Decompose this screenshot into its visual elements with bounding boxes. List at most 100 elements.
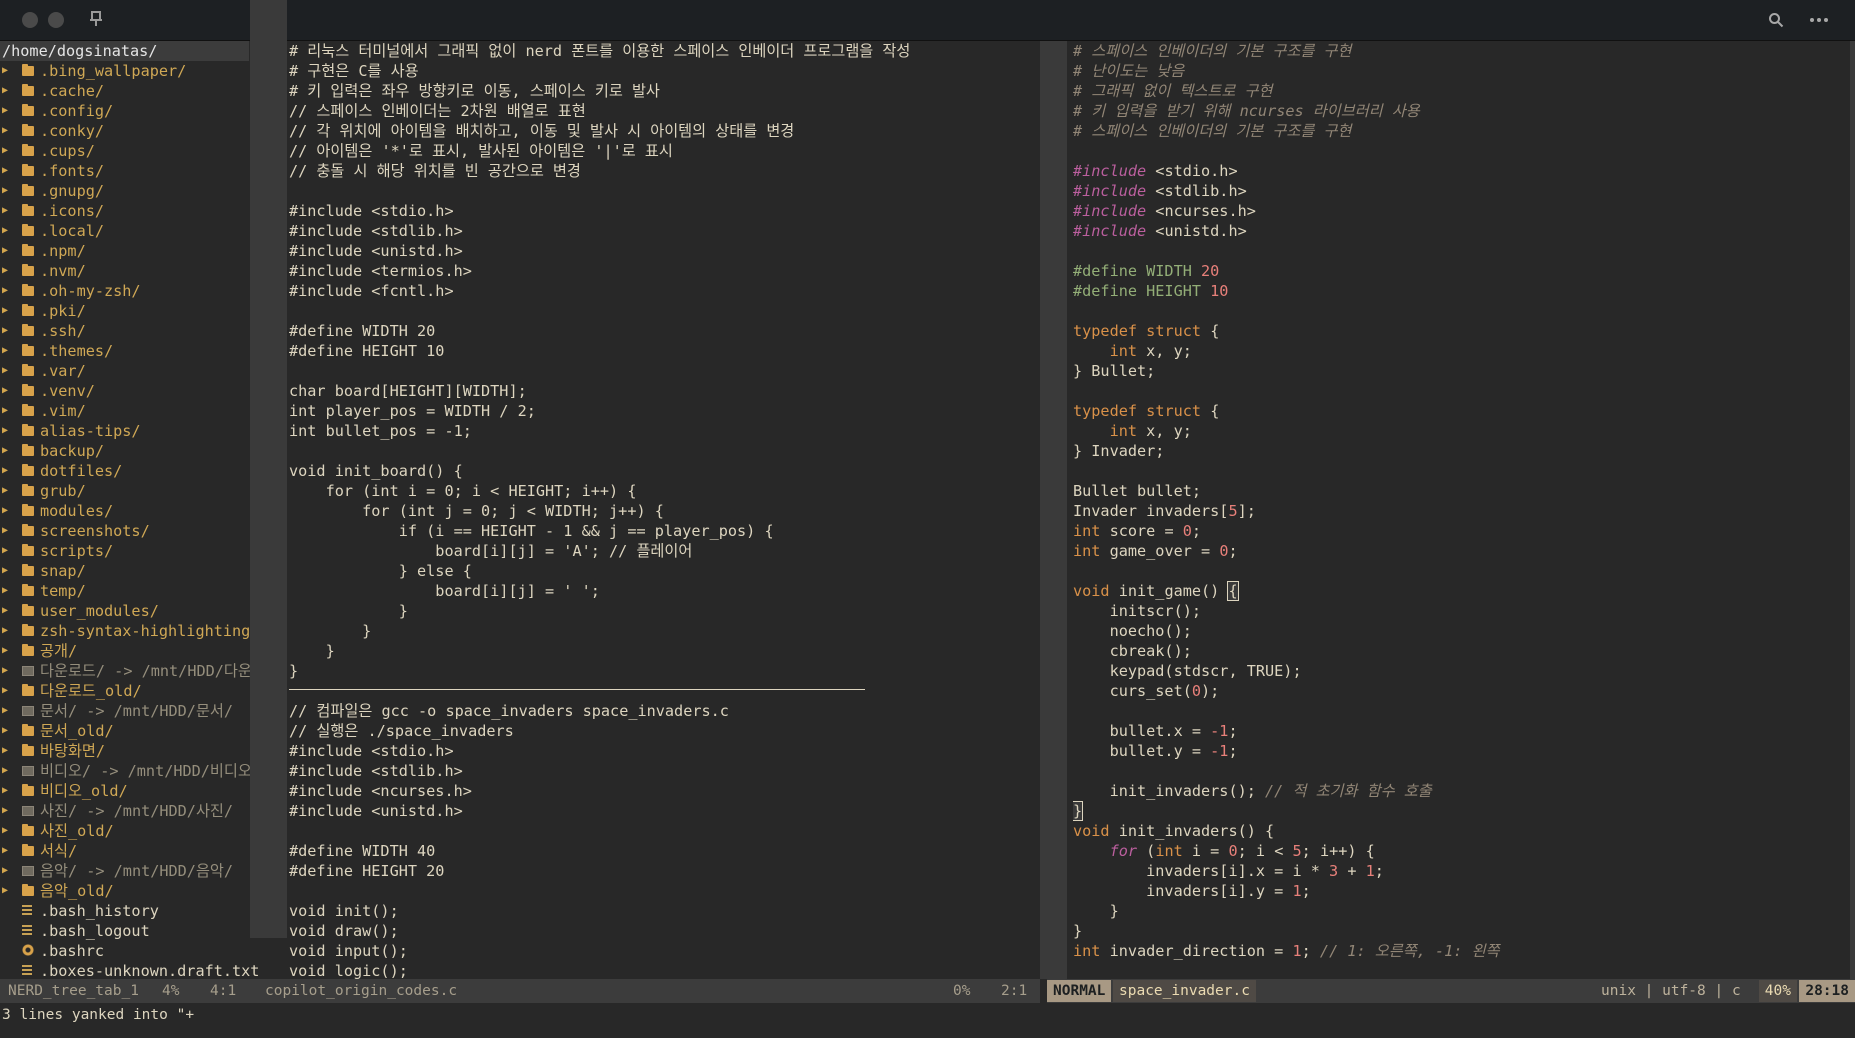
code-line[interactable]: int bullet_pos = -1;: [289, 421, 1039, 441]
tree-item[interactable]: ▶ 비디오_old/: [0, 781, 249, 801]
code-line[interactable]: #include <stdio.h>: [289, 741, 1039, 761]
code-line[interactable]: #include <stdlib.h>: [289, 221, 1039, 241]
tree-item[interactable]: ▶ zsh-syntax-highlighting/: [0, 621, 259, 641]
code-line[interactable]: void input();: [289, 941, 1039, 961]
code-line[interactable]: # 난이도는 낮음: [1073, 61, 1848, 81]
minimize-window-button[interactable]: [48, 12, 64, 28]
tree-item[interactable]: ▶ backup/: [0, 441, 249, 461]
code-line[interactable]: board[i][j] = 'A'; // 플레이어: [289, 541, 1039, 561]
expand-arrow-icon[interactable]: ▶: [2, 481, 12, 501]
code-line[interactable]: [1073, 141, 1848, 161]
expand-arrow-icon[interactable]: ▶: [2, 741, 12, 761]
code-line[interactable]: }: [1073, 921, 1848, 941]
tree-item[interactable]: ▶ 음악_old/: [0, 881, 249, 901]
code-line[interactable]: }: [289, 661, 1039, 681]
tree-item[interactable]: ▶ snap/: [0, 561, 249, 581]
code-line[interactable]: int score = 0;: [1073, 521, 1848, 541]
tree-item[interactable]: ▶ dotfiles/: [0, 461, 249, 481]
code-line[interactable]: #include <termios.h>: [289, 261, 1039, 281]
tree-item[interactable]: ▶ .var/: [0, 361, 249, 381]
tree-item[interactable]: .boxes-unknown.draft.txt: [0, 961, 259, 979]
code-line[interactable]: // 실행은 ./space_invaders: [289, 721, 1039, 741]
expand-arrow-icon[interactable]: ▶: [2, 861, 12, 881]
expand-arrow-icon[interactable]: ▶: [2, 721, 12, 741]
code-line[interactable]: cbreak();: [1073, 641, 1848, 661]
code-line[interactable]: }: [289, 601, 1039, 621]
expand-arrow-icon[interactable]: ▶: [2, 681, 12, 701]
tree-item[interactable]: ▶ .icons/: [0, 201, 249, 221]
tree-root-path[interactable]: /home/dogsinatas/: [0, 41, 249, 61]
code-line[interactable]: # 키 입력은 좌우 방향키로 이동, 스페이스 키로 발사: [289, 81, 1039, 101]
expand-arrow-icon[interactable]: ▶: [2, 341, 12, 361]
code-line[interactable]: if (i == HEIGHT - 1 && j == player_pos) …: [289, 521, 1039, 541]
expand-arrow-icon[interactable]: ▶: [2, 361, 12, 381]
tree-item[interactable]: ▶ 바탕화면/: [0, 741, 249, 761]
code-line[interactable]: [289, 821, 1039, 841]
code-line[interactable]: typedef struct {: [1073, 321, 1848, 341]
expand-arrow-icon[interactable]: ▶: [2, 661, 12, 681]
expand-arrow-icon[interactable]: ▶: [2, 201, 12, 221]
tree-item[interactable]: .bash_logout: [0, 921, 249, 941]
expand-arrow-icon[interactable]: ▶: [2, 101, 12, 121]
editor-pane-left[interactable]: # 리눅스 터미널에서 그래픽 없이 nerd 폰트를 이용한 스페이스 인베이…: [287, 41, 1040, 979]
code-line[interactable]: [1073, 701, 1848, 721]
expand-arrow-icon[interactable]: ▶: [2, 321, 12, 341]
tree-item[interactable]: ▶ 문서_old/: [0, 721, 249, 741]
scrollbar[interactable]: [1850, 41, 1855, 979]
code-line[interactable]: #include <stdlib.h>: [289, 761, 1039, 781]
tree-item[interactable]: ▶ grub/: [0, 481, 249, 501]
tree-item[interactable]: .bashrc: [0, 941, 249, 961]
expand-arrow-icon[interactable]: ▶: [2, 441, 12, 461]
tree-item[interactable]: ▶ 서식/: [0, 841, 249, 861]
code-line[interactable]: // 컴파일은 gcc -o space_invaders space_inva…: [289, 701, 1039, 721]
code-line[interactable]: void logic();: [289, 961, 1039, 979]
tree-item[interactable]: ▶ .bing_wallpaper/: [0, 61, 249, 81]
code-line[interactable]: bullet.y = -1;: [1073, 741, 1848, 761]
code-line[interactable]: [1073, 761, 1848, 781]
code-line[interactable]: [289, 881, 1039, 901]
code-line[interactable]: Invader invaders[5];: [1073, 501, 1848, 521]
expand-arrow-icon[interactable]: ▶: [2, 581, 12, 601]
code-line[interactable]: #define WIDTH 20: [289, 321, 1039, 341]
expand-arrow-icon[interactable]: ▶: [2, 621, 12, 641]
tree-item[interactable]: ▶ .ssh/: [0, 321, 249, 341]
code-line[interactable]: } Invader;: [1073, 441, 1848, 461]
code-line[interactable]: # 리눅스 터미널에서 그래픽 없이 nerd 폰트를 이용한 스페이스 인베이…: [289, 41, 1039, 61]
search-icon[interactable]: [1768, 12, 1784, 28]
code-line[interactable]: // 충돌 시 해당 위치를 빈 공간으로 변경: [289, 161, 1039, 181]
code-line[interactable]: noecho();: [1073, 621, 1848, 641]
code-line[interactable]: # 구현은 C를 사용: [289, 61, 1039, 81]
tree-item[interactable]: ▶ 공개/: [0, 641, 249, 661]
tree-item[interactable]: ▶ .cups/: [0, 141, 249, 161]
code-line[interactable]: void init_board() {: [289, 461, 1039, 481]
tree-item[interactable]: ▶ .gnupg/: [0, 181, 249, 201]
code-line[interactable]: [289, 681, 1039, 701]
code-line[interactable]: #define WIDTH 20: [1073, 261, 1848, 281]
expand-arrow-icon[interactable]: ▶: [2, 121, 12, 141]
expand-arrow-icon[interactable]: ▶: [2, 601, 12, 621]
code-line[interactable]: board[i][j] = ' ';: [289, 581, 1039, 601]
code-line[interactable]: init_invaders(); // 적 초기화 함수 호출: [1073, 781, 1848, 801]
code-line[interactable]: bullet.x = -1;: [1073, 721, 1848, 741]
code-line[interactable]: [1073, 461, 1848, 481]
code-line[interactable]: [289, 301, 1039, 321]
expand-arrow-icon[interactable]: ▶: [2, 221, 12, 241]
code-line[interactable]: // 아이템은 '*'로 표시, 발사된 아이템은 '|'로 표시: [289, 141, 1039, 161]
tree-item[interactable]: ▶ .themes/: [0, 341, 249, 361]
expand-arrow-icon[interactable]: ▶: [2, 541, 12, 561]
code-line[interactable]: } else {: [289, 561, 1039, 581]
tree-item[interactable]: ▶ 다운로드_old/: [0, 681, 249, 701]
code-line[interactable]: #include <ncurses.h>: [289, 781, 1039, 801]
expand-arrow-icon[interactable]: ▶: [2, 761, 12, 781]
expand-arrow-icon[interactable]: ▶: [2, 641, 12, 661]
code-line[interactable]: int player_pos = WIDTH / 2;: [289, 401, 1039, 421]
code-line[interactable]: curs_set(0);: [1073, 681, 1848, 701]
code-line[interactable]: int x, y;: [1073, 421, 1848, 441]
expand-arrow-icon[interactable]: ▶: [2, 561, 12, 581]
expand-arrow-icon[interactable]: ▶: [2, 381, 12, 401]
code-line[interactable]: }: [1073, 901, 1848, 921]
expand-arrow-icon[interactable]: ▶: [2, 801, 12, 821]
code-line[interactable]: # 스페이스 인베이더의 기본 구조를 구현: [1073, 41, 1848, 61]
code-line[interactable]: }: [1073, 801, 1848, 821]
code-line[interactable]: #include <fcntl.h>: [289, 281, 1039, 301]
